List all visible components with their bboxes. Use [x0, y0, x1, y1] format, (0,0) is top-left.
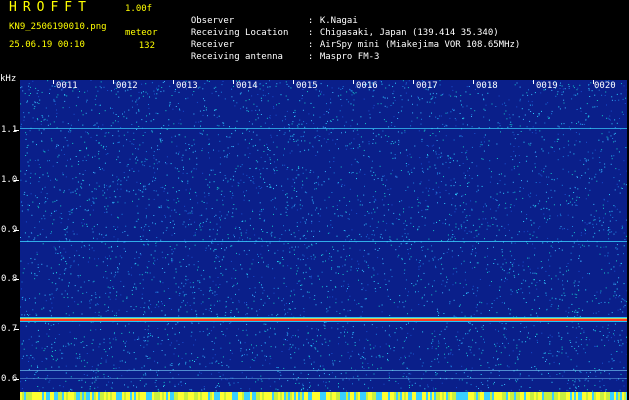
band-line	[20, 370, 627, 371]
band-line	[20, 378, 627, 379]
time-tick-mark	[413, 80, 414, 84]
spectrogram-canvas	[20, 80, 627, 400]
time-label: 0017	[416, 81, 438, 91]
time-tick-mark	[173, 80, 174, 84]
meta-key: Receiving antenna	[190, 52, 283, 62]
time-label: 0014	[236, 81, 258, 91]
time-label: 0011	[56, 81, 78, 91]
time-tick-mark	[113, 80, 114, 84]
time-label: 0015	[296, 81, 318, 91]
time-tick-mark	[353, 80, 354, 84]
app-title: HROFFT	[9, 0, 92, 15]
time-tick-mark	[473, 80, 474, 84]
time-label: 0016	[356, 81, 378, 91]
y-tick-mark	[14, 230, 19, 231]
y-tick-mark	[14, 329, 19, 330]
time-tick-mark	[293, 80, 294, 84]
time-label: 0019	[536, 81, 558, 91]
band-line	[20, 241, 627, 242]
frequency-unit-label: kHz	[0, 74, 17, 84]
meteor-label: meteor	[125, 28, 158, 38]
time-label: 0012	[116, 81, 138, 91]
time-label: 0018	[476, 81, 498, 91]
time-tick-mark	[233, 80, 234, 84]
time-label: 0020	[594, 81, 616, 91]
meteor-count: 132	[138, 41, 155, 51]
y-tick-mark	[14, 279, 19, 280]
carrier-edge	[20, 318, 627, 319]
y-tick-mark	[14, 379, 19, 380]
y-tick-mark	[14, 180, 19, 181]
meta-separator: :	[307, 52, 314, 62]
meta-row-antenna: Receiving antenna: Maspro FM-3	[180, 39, 380, 63]
band-line	[20, 128, 627, 129]
time-tick-mark	[53, 80, 54, 84]
meta-value: Maspro FM-3	[319, 52, 380, 62]
carrier-line	[20, 319, 627, 321]
file-name: KN9_2506190010.png	[9, 22, 107, 32]
time-tick-mark	[533, 80, 534, 84]
file-datetime: 25.06.19 00:10	[9, 40, 85, 50]
time-label: 0013	[176, 81, 198, 91]
spectrogram-plot	[20, 80, 627, 400]
y-tick-mark	[14, 130, 19, 131]
app-version: 1.00f	[125, 4, 153, 14]
bottom-signal-strip	[20, 392, 627, 400]
